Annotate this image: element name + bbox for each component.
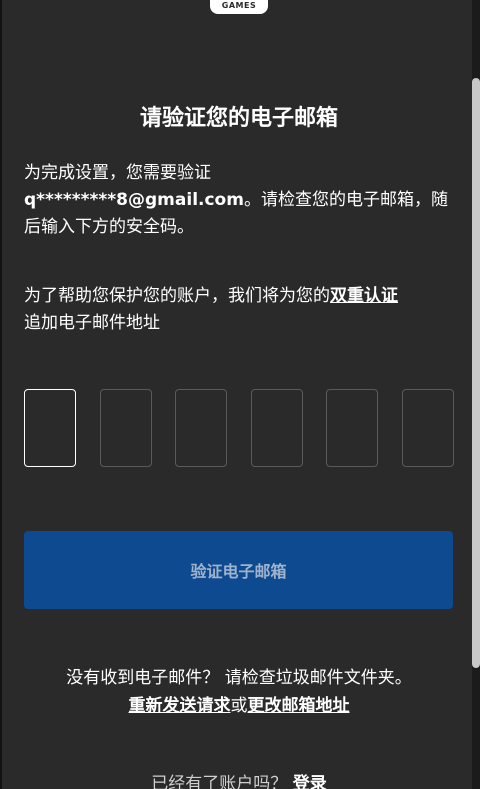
have-account-text: 已经有了账户吗？: [151, 774, 288, 789]
code-digit-6[interactable]: [401, 389, 454, 467]
scrollbar-track[interactable]: [472, 0, 480, 789]
logo-text: GAMES: [221, 1, 257, 10]
intro-text: 为完成设置，您需要验证 q*********8@gmail.com。请检查您的电…: [24, 160, 454, 241]
twofa-suffix: 追加电子邮件地址: [24, 313, 160, 333]
security-code-inputs: [24, 389, 454, 469]
twofa-prefix: 为了帮助您保护您的账户，我们将为您的: [24, 286, 330, 306]
login-link[interactable]: 登录: [293, 774, 327, 789]
code-digit-2[interactable]: [99, 389, 152, 467]
or-text: 或: [230, 696, 248, 716]
verify-email-button[interactable]: 验证电子邮箱: [24, 531, 453, 609]
no-email-text: 没有收到电子邮件？ 请检查垃圾邮件文件夹。: [66, 668, 412, 688]
epic-games-logo: GAMES: [210, 0, 268, 14]
code-digit-1[interactable]: [24, 389, 76, 467]
login-section: 已经有了账户吗？ 登录: [2, 770, 476, 789]
code-digit-3[interactable]: [175, 389, 228, 467]
page-title: 请验证您的电子邮箱: [139, 106, 338, 131]
resend-request-link[interactable]: 重新发送请求: [129, 696, 231, 716]
change-email-link[interactable]: 更改邮箱地址: [248, 696, 350, 716]
signup-panel: GAMES 请验证您的电子邮箱 为完成设置，您需要验证 q*********8@…: [2, 0, 472, 789]
twofa-link[interactable]: 双重认证: [330, 286, 398, 306]
intro-prefix: 为完成设置，您需要验证: [24, 163, 211, 183]
code-digit-4[interactable]: [250, 389, 303, 467]
twofa-text: 为了帮助您保护您的账户，我们将为您的双重认证 追加电子邮件地址: [24, 283, 454, 337]
code-digit-5[interactable]: [326, 389, 379, 467]
masked-email: q*********8@gmail.com: [24, 190, 244, 210]
scrollbar-thumb[interactable]: [472, 78, 480, 668]
resend-section: 没有收到电子邮件？ 请检查垃圾邮件文件夹。 重新发送请求或更改邮箱地址: [2, 664, 476, 720]
